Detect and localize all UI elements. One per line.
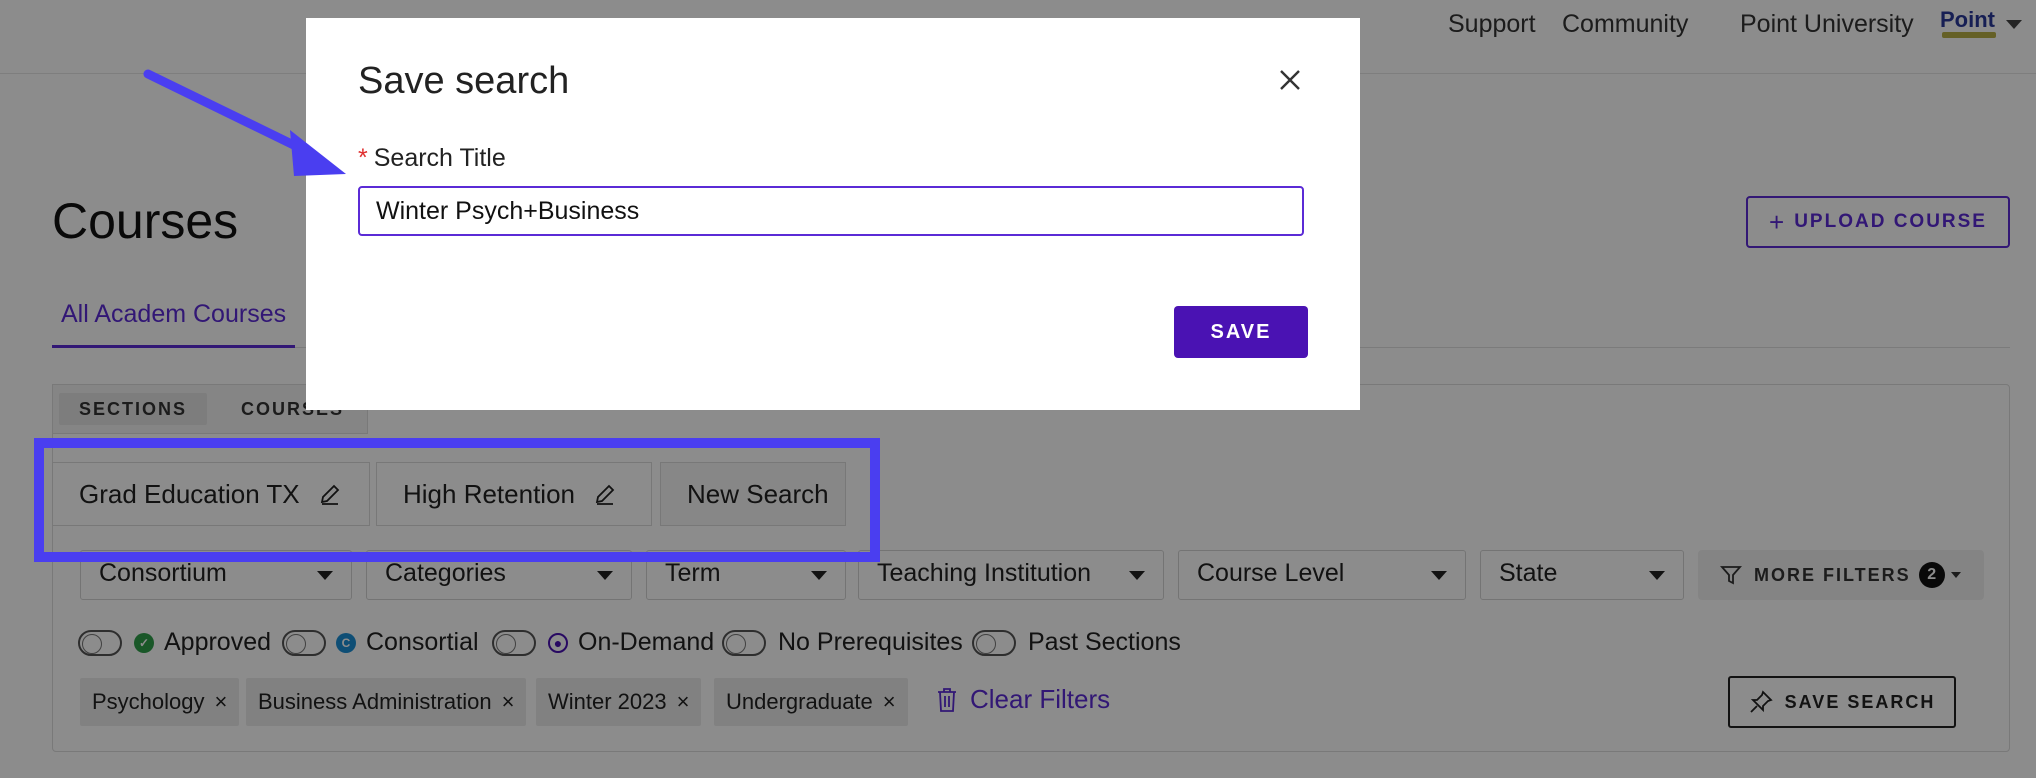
dialog-save-button[interactable]: SAVE bbox=[1174, 306, 1308, 358]
close-icon[interactable] bbox=[1272, 62, 1308, 98]
search-title-label: * Search Title bbox=[358, 144, 506, 173]
dialog-title: Save search bbox=[358, 60, 570, 102]
save-search-dialog: Save search *Search Title SAVE bbox=[306, 18, 1360, 410]
required-asterisk: * bbox=[358, 144, 368, 172]
search-title-input[interactable] bbox=[358, 186, 1304, 236]
annotation-highlight-box bbox=[34, 438, 880, 562]
field-label-text: Search Title bbox=[373, 144, 506, 172]
